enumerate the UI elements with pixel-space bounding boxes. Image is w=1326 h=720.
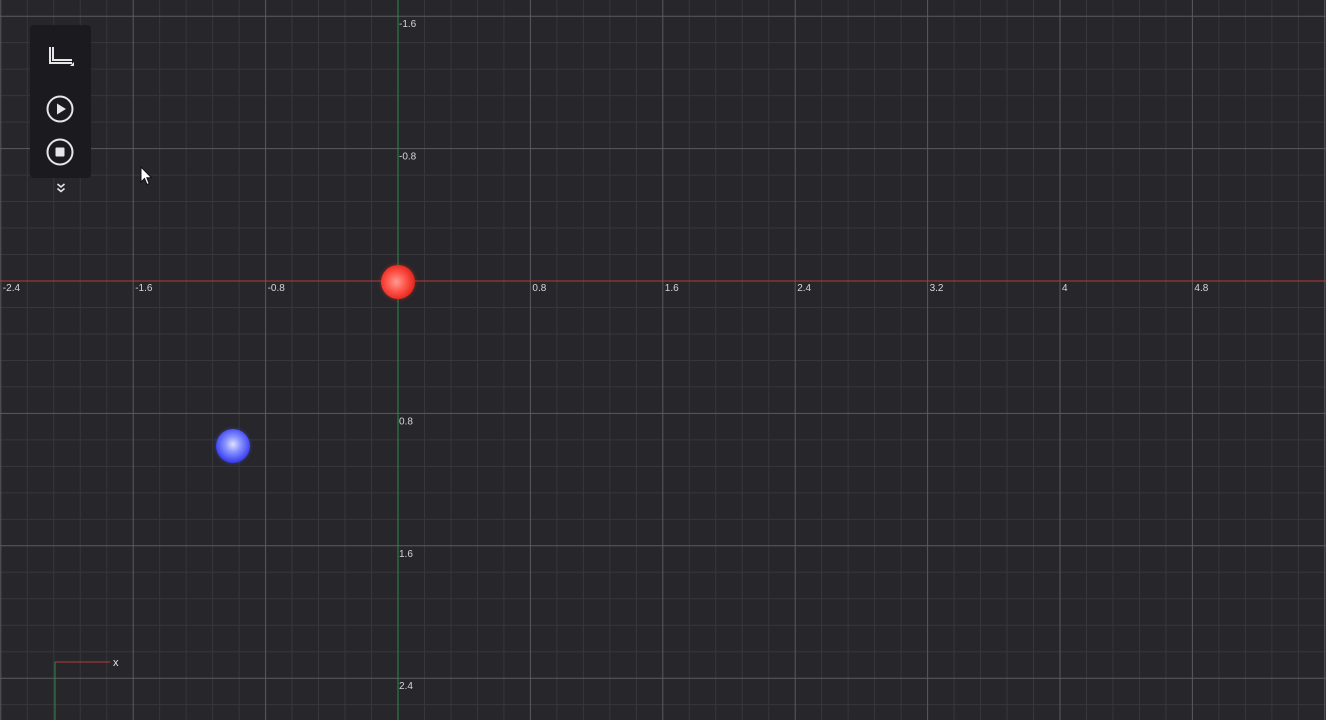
simulation-viewport[interactable]: -2.4 -1.6 -0.8 0.8 1.6 2.4 3.2 4 4.8 -1.6 -0.8 0.8 1… bbox=[0, 0, 1326, 720]
x-tick-label: -0.8 bbox=[268, 283, 286, 294]
axes-mode-icon bbox=[49, 47, 74, 66]
toolbar bbox=[30, 25, 91, 178]
axes-mode-button[interactable] bbox=[44, 41, 76, 73]
x-tick-label: 0.8 bbox=[532, 283, 546, 294]
toolbar-expand-button[interactable] bbox=[50, 180, 72, 196]
play-button[interactable] bbox=[44, 93, 76, 125]
blue-particle[interactable] bbox=[216, 429, 250, 463]
x-tick-label: -1.6 bbox=[135, 283, 153, 294]
x-tick-label: 4 bbox=[1062, 283, 1068, 294]
y-tick-label: -0.8 bbox=[399, 152, 417, 163]
stop-button[interactable] bbox=[44, 136, 76, 168]
gizmo-x-label: x bbox=[113, 657, 119, 669]
x-tick-label: 4.8 bbox=[1194, 283, 1208, 294]
y-tick-label: 2.4 bbox=[399, 681, 413, 692]
mouse-cursor-icon bbox=[140, 166, 153, 186]
coordinate-grid: -2.4 -1.6 -0.8 0.8 1.6 2.4 3.2 4 4.8 -1.6 -0.8 0.8 1… bbox=[0, 0, 1326, 720]
x-tick-label: -2.4 bbox=[3, 283, 21, 294]
x-tick-label: 1.6 bbox=[665, 283, 679, 294]
axis-gizmo: x bbox=[54, 657, 119, 720]
y-tick-label: 1.6 bbox=[399, 549, 413, 560]
x-tick-label: 3.2 bbox=[930, 283, 944, 294]
stop-icon bbox=[46, 138, 74, 166]
red-particle[interactable] bbox=[381, 265, 415, 299]
double-chevron-down-icon bbox=[56, 183, 66, 193]
play-icon bbox=[46, 95, 74, 123]
x-tick-label: 2.4 bbox=[797, 283, 811, 294]
y-tick-label: -1.6 bbox=[399, 19, 417, 30]
y-tick-label: 0.8 bbox=[399, 416, 413, 427]
